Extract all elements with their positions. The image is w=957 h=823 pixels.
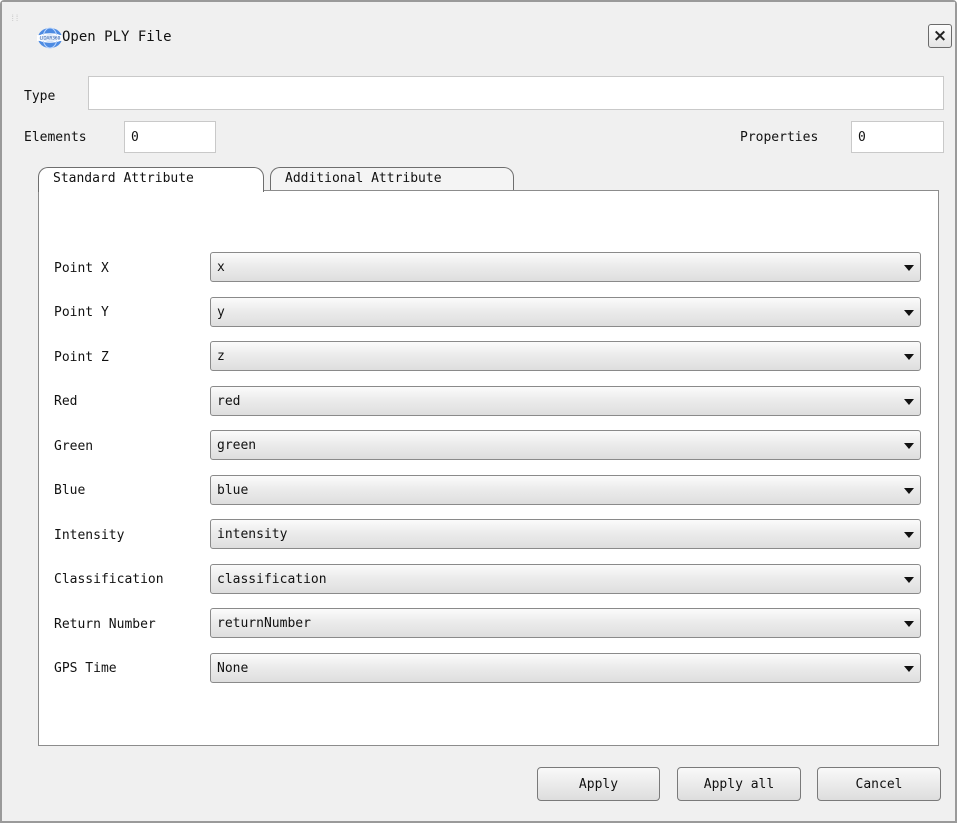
open-ply-dialog: ⁞⁞ LIDAR360 Open PLY File × Type Element… xyxy=(0,0,957,823)
intensity-value: intensity xyxy=(217,527,288,542)
green-label: Green xyxy=(54,439,94,454)
title-bar[interactable]: ⁞⁞ LIDAR360 Open PLY File × xyxy=(2,2,955,62)
chevron-down-icon xyxy=(904,399,914,405)
red-value: red xyxy=(217,394,241,409)
gps-time-select[interactable]: None xyxy=(210,653,921,683)
app-logo-icon: LIDAR360 xyxy=(37,27,63,49)
intensity-select[interactable]: intensity xyxy=(210,519,921,549)
return-number-label: Return Number xyxy=(54,617,156,632)
point-z-select[interactable]: z xyxy=(210,341,921,371)
tab-standard-attribute[interactable]: Standard Attribute xyxy=(38,167,264,192)
chevron-down-icon xyxy=(904,532,914,538)
chevron-down-icon xyxy=(904,666,914,672)
chevron-down-icon xyxy=(904,443,914,449)
classification-value: classification xyxy=(217,572,327,587)
red-label: Red xyxy=(54,394,78,409)
chevron-down-icon xyxy=(904,488,914,494)
drag-grip-icon: ⁞⁞ xyxy=(10,14,20,24)
point-z-label: Point Z xyxy=(54,350,109,365)
type-field[interactable] xyxy=(88,76,944,110)
blue-value: blue xyxy=(217,483,249,498)
point-x-value: x xyxy=(217,260,225,275)
window-title: Open PLY File xyxy=(62,29,172,45)
green-select[interactable]: green xyxy=(210,430,921,460)
tab-additional-attribute[interactable]: Additional Attribute xyxy=(270,167,514,191)
type-label: Type xyxy=(24,89,56,104)
green-value: green xyxy=(217,438,257,453)
point-y-select[interactable]: y xyxy=(210,297,921,327)
point-x-label: Point X xyxy=(54,261,109,276)
return-number-select[interactable]: returnNumber xyxy=(210,608,921,638)
gps-time-value: None xyxy=(217,661,249,676)
elements-field[interactable]: 0 xyxy=(124,121,216,153)
properties-label: Properties xyxy=(740,130,819,145)
close-icon: × xyxy=(932,26,948,46)
logo-text: LIDAR360 xyxy=(40,36,61,41)
close-button[interactable]: × xyxy=(928,24,952,48)
chevron-down-icon xyxy=(904,310,914,316)
chevron-down-icon xyxy=(904,354,914,360)
apply-button[interactable]: Apply xyxy=(537,767,660,801)
chevron-down-icon xyxy=(904,265,914,271)
point-y-label: Point Y xyxy=(54,305,109,320)
red-select[interactable]: red xyxy=(210,386,921,416)
intensity-label: Intensity xyxy=(54,528,125,543)
point-z-value: z xyxy=(217,349,225,364)
chevron-down-icon xyxy=(904,577,914,583)
classification-label: Classification xyxy=(54,572,164,587)
chevron-down-icon xyxy=(904,621,914,627)
point-x-select[interactable]: x xyxy=(210,252,921,282)
elements-label: Elements xyxy=(24,130,87,145)
cancel-button[interactable]: Cancel xyxy=(817,767,941,801)
apply-all-button[interactable]: Apply all xyxy=(677,767,801,801)
properties-field[interactable]: 0 xyxy=(851,121,944,153)
gps-time-label: GPS Time xyxy=(54,661,117,676)
return-number-value: returnNumber xyxy=(217,616,311,631)
blue-label: Blue xyxy=(54,483,86,498)
point-y-value: y xyxy=(217,305,225,320)
blue-select[interactable]: blue xyxy=(210,475,921,505)
classification-select[interactable]: classification xyxy=(210,564,921,594)
